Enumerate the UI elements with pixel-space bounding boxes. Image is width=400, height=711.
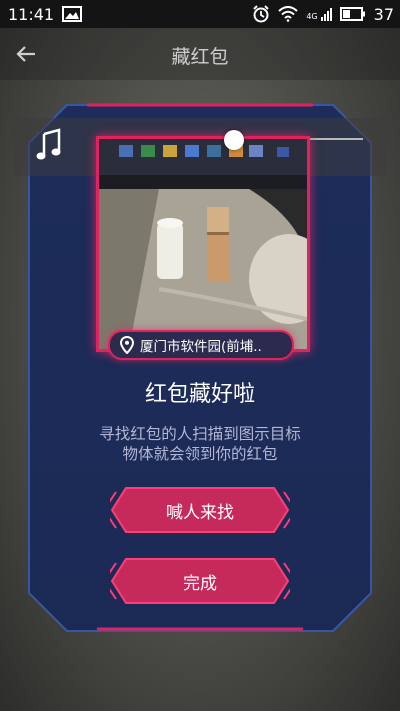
- image-icon: [62, 6, 83, 22]
- target-photo-image: [99, 139, 307, 349]
- target-photo: [96, 136, 310, 352]
- instruction-line-2: 物体就会领到你的红包: [122, 445, 278, 463]
- music-note-icon[interactable]: [35, 126, 63, 162]
- instruction-line-1: 寻找红包的人扫描到图示目标: [99, 425, 301, 443]
- alarm-icon: [253, 5, 270, 23]
- location-badge: 厦门市软件园(前埔..: [108, 330, 294, 360]
- done-button[interactable]: 完成: [110, 557, 290, 605]
- title-bar: 藏红包: [0, 28, 400, 80]
- done-label: 完成: [183, 573, 217, 594]
- battery-level: 37: [373, 4, 394, 24]
- location-text: 厦门市软件园(前埔..: [140, 339, 262, 355]
- page-title: 藏红包: [171, 46, 229, 68]
- wifi-icon: [278, 6, 299, 22]
- status-bar: 11:41 4G 37: [0, 0, 400, 28]
- battery-icon: [339, 7, 365, 21]
- signal-icon: 4G: [306, 7, 332, 21]
- instruction-text: 寻找红包的人扫描到图示目标 物体就会领到你的红包: [60, 424, 340, 464]
- location-pin-icon: [120, 336, 134, 354]
- music-progress-knob[interactable]: [224, 130, 244, 150]
- success-heading: 红包藏好啦: [144, 382, 255, 407]
- network-label: 4G: [306, 11, 318, 21]
- status-icons: 4G 37: [252, 0, 394, 28]
- call-friends-button[interactable]: 喊人来找: [110, 486, 290, 534]
- status-time: 11:41: [8, 4, 55, 24]
- call-friends-label: 喊人来找: [166, 502, 234, 523]
